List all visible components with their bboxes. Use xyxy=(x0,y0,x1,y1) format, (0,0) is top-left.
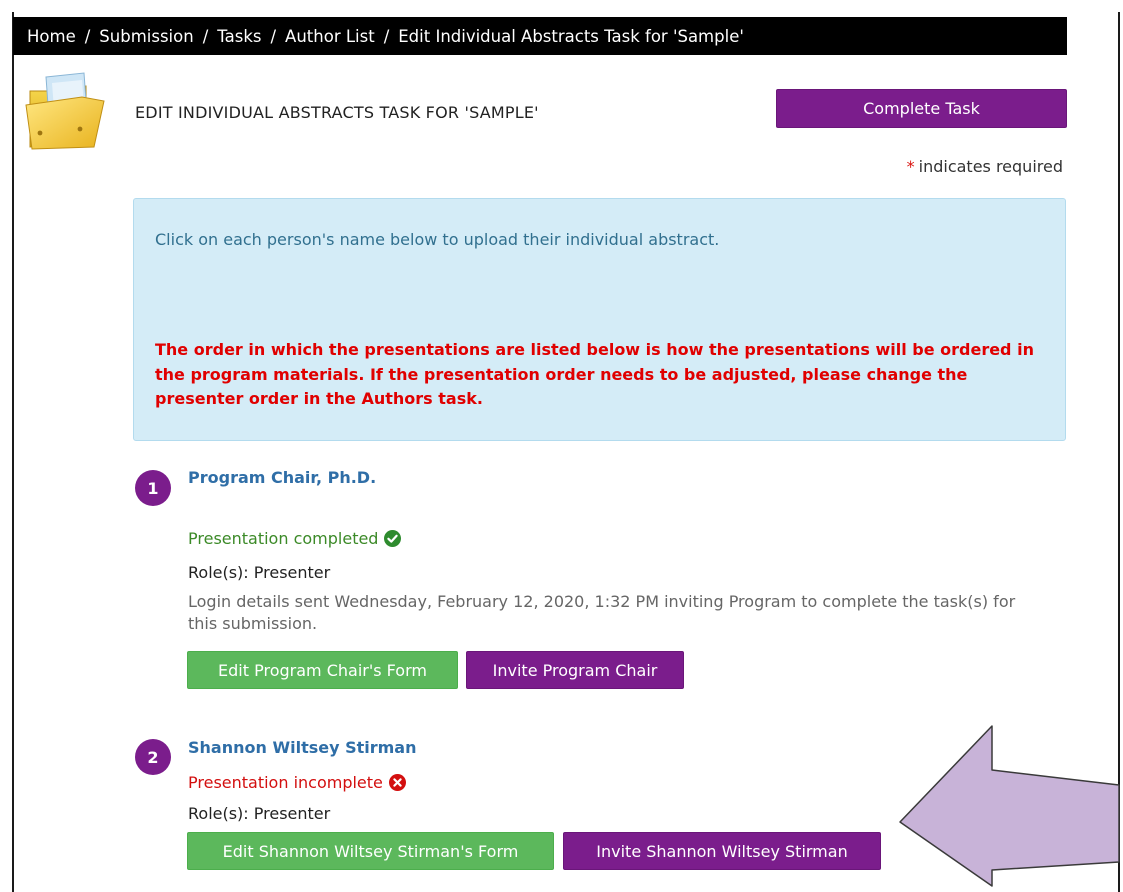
status-text: Presentation incomplete xyxy=(188,773,383,792)
edit-form-button[interactable]: Edit Program Chair's Form xyxy=(187,651,458,689)
required-note: * indicates required xyxy=(907,157,1063,176)
page-title: EDIT INDIVIDUAL ABSTRACTS TASK FOR 'SAMP… xyxy=(135,103,539,122)
folder-icon xyxy=(25,72,105,150)
instruction-text: Click on each person's name below to upl… xyxy=(155,230,720,249)
status-text: Presentation completed xyxy=(188,529,379,548)
presenter-role: Role(s): Presenter xyxy=(188,563,331,582)
presenter-number-badge: 2 xyxy=(135,739,171,775)
presentation-status: Presentation completed xyxy=(188,529,402,548)
breadcrumb-tasks[interactable]: Tasks xyxy=(217,27,261,46)
breadcrumb-author-list[interactable]: Author List xyxy=(285,27,375,46)
presentation-status: Presentation incomplete xyxy=(188,773,406,792)
order-warning-text: The order in which the presentations are… xyxy=(155,340,1034,408)
breadcrumb-separator: / xyxy=(202,26,209,46)
login-details: Login details sent Wednesday, February 1… xyxy=(188,592,1016,633)
invite-button[interactable]: Invite Program Chair xyxy=(466,651,684,689)
breadcrumb-submission[interactable]: Submission xyxy=(99,27,193,46)
breadcrumb-separator: / xyxy=(84,26,91,46)
info-alert: Click on each person's name below to upl… xyxy=(133,198,1066,441)
invite-button[interactable]: Invite Shannon Wiltsey Stirman xyxy=(563,832,881,870)
presenter-number-badge: 1 xyxy=(135,470,171,506)
presenter-name-link[interactable]: Shannon Wiltsey Stirman xyxy=(188,738,417,757)
breadcrumb-current: Edit Individual Abstracts Task for 'Samp… xyxy=(398,26,744,46)
edit-form-button[interactable]: Edit Shannon Wiltsey Stirman's Form xyxy=(187,832,554,870)
left-arrow-annotation xyxy=(899,725,1120,887)
breadcrumb-separator: / xyxy=(383,26,390,46)
required-star: * xyxy=(906,157,915,176)
breadcrumb: Home / Submission / Tasks / Author List … xyxy=(13,17,1067,55)
required-text: indicates required xyxy=(918,157,1063,176)
presenter-name-link[interactable]: Program Chair, Ph.D. xyxy=(188,468,376,487)
breadcrumb-separator: / xyxy=(270,26,277,46)
check-circle-icon xyxy=(384,530,402,547)
breadcrumb-home[interactable]: Home xyxy=(27,27,76,46)
complete-task-button[interactable]: Complete Task xyxy=(776,89,1067,128)
x-circle-icon xyxy=(388,774,406,791)
presenter-role: Role(s): Presenter xyxy=(188,804,331,823)
